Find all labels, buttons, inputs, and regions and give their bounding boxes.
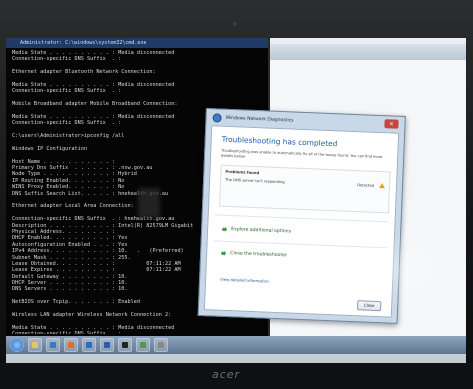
cmd-icon-glyph xyxy=(122,342,128,348)
problems-panel: Problems found The DNS server isn't resp… xyxy=(219,164,391,214)
view-detailed-information-link[interactable]: View detailed information xyxy=(220,277,269,284)
dialog-heading: Troubleshooting has completed xyxy=(221,134,338,149)
webcam xyxy=(233,22,237,26)
media-icon-glyph xyxy=(68,342,74,348)
explore-options-button[interactable]: Explore additional options xyxy=(222,227,291,235)
network-diagnostics-icon xyxy=(212,112,222,123)
problem-text: The DNS server isn't responding xyxy=(225,177,285,184)
close-troubleshooter-label: Close the troubleshooter xyxy=(230,251,287,259)
outlook-icon[interactable] xyxy=(82,338,96,352)
screen-glare xyxy=(340,230,460,310)
divider xyxy=(214,214,389,223)
cmd-icon[interactable] xyxy=(118,338,132,352)
close-troubleshooter-button[interactable]: Close the troubleshooter xyxy=(221,251,287,259)
app-icon[interactable] xyxy=(154,338,168,352)
explorer-icon-glyph xyxy=(32,342,38,348)
explore-options-label: Explore additional options xyxy=(231,227,292,235)
network-icon[interactable] xyxy=(136,338,150,352)
warning-icon xyxy=(378,183,386,189)
dialog-title: Windows Network Diagnostics xyxy=(225,115,294,124)
cmd-line: Connection-specific DNS Suffix . : xyxy=(12,331,262,334)
ie-icon-glyph xyxy=(50,342,56,348)
problem-status: Detected xyxy=(357,182,386,189)
dialog-description: Troubleshooting was unable to automatica… xyxy=(221,148,383,160)
word-icon[interactable] xyxy=(100,338,114,352)
cmd-title-bar: Administrator: C:\windows\system32\cmd.e… xyxy=(6,38,268,48)
start-orb-icon[interactable] xyxy=(10,338,24,352)
media-icon[interactable] xyxy=(64,338,78,352)
outlook-icon-glyph xyxy=(86,342,92,348)
ie-icon[interactable] xyxy=(46,338,60,352)
explorer-icon[interactable] xyxy=(28,338,42,352)
browser-toolbar xyxy=(269,44,466,60)
screen: Administrator: C:\windows\system32\cmd.e… xyxy=(6,38,466,363)
problem-status-label: Detected xyxy=(357,182,375,188)
green-arrow-icon xyxy=(222,227,227,232)
close-icon[interactable]: × xyxy=(384,119,399,129)
app-icon-glyph xyxy=(158,342,164,348)
green-arrow-icon xyxy=(221,251,226,256)
redaction-smudge xyxy=(138,188,160,218)
brand-logo: acer xyxy=(212,368,241,381)
word-icon-glyph xyxy=(104,342,110,348)
network-icon-glyph xyxy=(140,342,146,348)
taskbar xyxy=(6,336,466,354)
